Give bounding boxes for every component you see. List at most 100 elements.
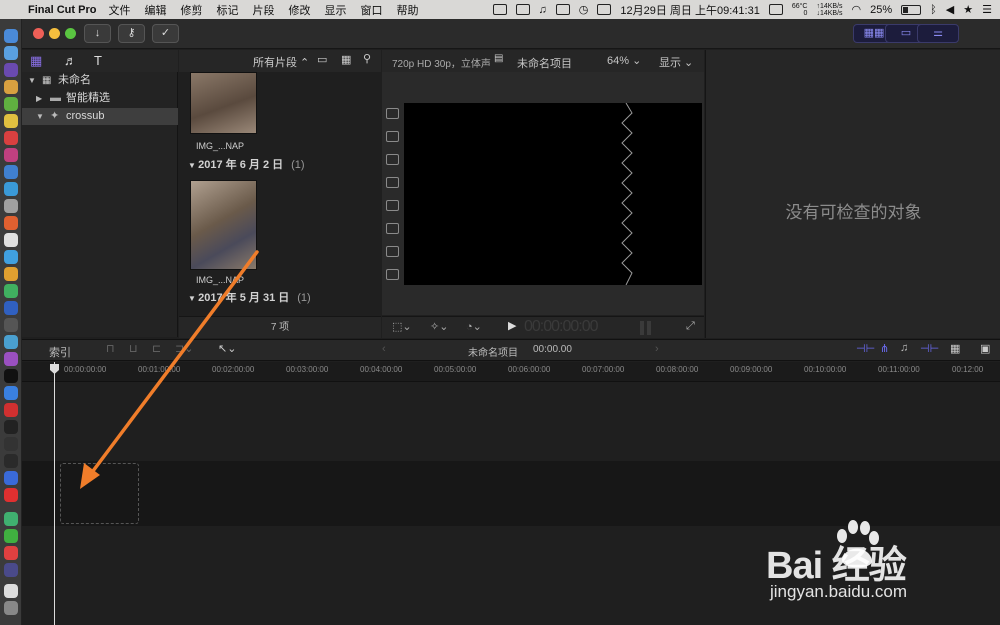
star-icon[interactable]: ★ xyxy=(963,3,973,16)
battery-percent[interactable]: 25% xyxy=(870,4,892,16)
clock-datetime[interactable]: 12月29日 周日 上午09:41:31 xyxy=(620,2,759,18)
app-icon[interactable] xyxy=(4,250,18,264)
clip-thumbnail[interactable] xyxy=(190,72,257,134)
app-icon[interactable] xyxy=(4,335,18,349)
photos-audio-icon[interactable]: ♬ xyxy=(64,53,77,68)
app-icon[interactable] xyxy=(4,80,18,94)
minimize-window-button[interactable] xyxy=(49,28,60,39)
back-arrow-icon[interactable]: ‹ xyxy=(382,343,386,355)
retime-speed-icon[interactable]: ◔⌄ xyxy=(466,320,482,333)
app-icon[interactable] xyxy=(4,284,18,298)
calendar-app-icon[interactable] xyxy=(4,216,18,230)
yandex-icon[interactable] xyxy=(4,488,18,502)
clip-skimming-icon[interactable]: ⊣⊢ xyxy=(856,342,875,355)
trash-icon[interactable] xyxy=(4,601,18,615)
date-group-header[interactable]: ▼ 2017 年 5 月 31 日 (1) xyxy=(188,289,311,305)
wechat-icon[interactable] xyxy=(4,529,18,543)
menu-clip[interactable]: 片段 xyxy=(252,2,274,18)
clip-filter-dropdown[interactable]: 所有片段 ⌃ xyxy=(253,54,309,70)
timeline-connected-area[interactable] xyxy=(22,383,1000,461)
document-icon[interactable] xyxy=(4,584,18,598)
app-icon[interactable] xyxy=(4,148,18,162)
photos-icon[interactable] xyxy=(4,267,18,281)
titles-generators-icon[interactable]: T xyxy=(94,53,102,68)
list-menu-icon[interactable]: ☰ xyxy=(982,3,992,16)
viewer-canvas[interactable] xyxy=(404,102,702,286)
show-inspector-button[interactable]: ⚌ xyxy=(917,24,959,43)
bluetooth-icon[interactable]: ᛒ xyxy=(930,4,937,16)
app-icon[interactable] xyxy=(4,512,18,526)
android-icon[interactable] xyxy=(4,97,18,111)
timeline-ruler[interactable]: 00:00:00:00 00:01:00:00 00:02:00:00 00:0… xyxy=(22,362,1000,382)
fullscreen-icon[interactable]: ⤢ xyxy=(686,320,695,333)
import-media-button[interactable]: ↓ xyxy=(84,24,111,43)
menu-window[interactable]: 窗口 xyxy=(360,2,382,18)
finder-icon[interactable] xyxy=(4,29,18,43)
menu-edit[interactable]: 编辑 xyxy=(144,2,166,18)
library-item[interactable]: ▼ ▦ 未命名 xyxy=(22,72,178,89)
overwrite-clip-icon[interactable]: ⊐⌄ xyxy=(175,342,193,355)
insert-clip-icon[interactable]: ⊔ xyxy=(129,342,138,355)
launchpad-icon[interactable] xyxy=(4,63,18,77)
grid-status-icon[interactable] xyxy=(515,4,530,15)
close-window-button[interactable] xyxy=(33,28,44,39)
app-icon[interactable] xyxy=(4,182,18,196)
date-group-header[interactable]: ▼ 2017 年 6 月 2 日 (1) xyxy=(188,156,305,172)
app-icon[interactable] xyxy=(4,131,18,145)
search-icon[interactable]: ⚲ xyxy=(363,52,371,65)
podcasts-icon[interactable] xyxy=(4,352,18,366)
transform-crop-icon[interactable]: ⬚⌄ xyxy=(392,320,412,333)
zoom-window-button[interactable] xyxy=(65,28,76,39)
music-note-icon[interactable]: ♫ xyxy=(539,4,547,16)
forward-arrow-icon[interactable]: › xyxy=(655,343,659,355)
enhancements-icon[interactable]: ✧⌄ xyxy=(430,320,448,333)
app-icon[interactable] xyxy=(4,318,18,332)
clip-appearance-icon[interactable]: ▭ xyxy=(317,53,327,66)
background-tasks-button[interactable]: ✓ xyxy=(152,24,179,43)
event-item-crossub[interactable]: ▼ ✦ crossub xyxy=(22,108,178,125)
app-icon[interactable] xyxy=(4,454,18,468)
clock-icon[interactable]: ◷ xyxy=(579,3,589,16)
disclosure-triangle-icon[interactable]: ▼ xyxy=(36,108,44,125)
timeline-index-button[interactable]: 索引 xyxy=(49,344,71,360)
snapping-icon[interactable]: ⊣⊢ xyxy=(920,342,939,355)
notes-icon[interactable] xyxy=(768,4,783,15)
clip-thumbnail[interactable] xyxy=(190,180,257,270)
terminal-icon[interactable] xyxy=(4,420,18,434)
app-status-icon[interactable] xyxy=(492,4,507,15)
app-icon[interactable] xyxy=(4,199,18,213)
append-clip-icon[interactable]: ⊏ xyxy=(152,342,161,355)
audio-skimming-icon[interactable]: ⋔ xyxy=(880,342,889,355)
menu-mark[interactable]: 标记 xyxy=(216,2,238,18)
smart-collections-folder[interactable]: ▶ ▬ 智能精选 xyxy=(22,90,178,107)
wifi-icon[interactable]: ◠ xyxy=(852,3,862,16)
solo-headphones-icon[interactable]: ♫ xyxy=(900,342,908,354)
battery-icon[interactable] xyxy=(901,4,922,15)
filmstrip-icon[interactable]: ▦ xyxy=(341,53,351,66)
disclosure-triangle-icon[interactable]: ▶ xyxy=(36,90,42,107)
clip-appearance-icon[interactable]: ▦ xyxy=(950,342,960,355)
connect-clip-icon[interactable]: ⊓ xyxy=(106,342,115,355)
disclosure-triangle-icon[interactable]: ▼ xyxy=(28,72,36,89)
netease-music-icon[interactable] xyxy=(4,546,18,560)
menu-file[interactable]: 文件 xyxy=(108,2,130,18)
apple-tv-icon[interactable] xyxy=(4,369,18,383)
menu-view[interactable]: 显示 xyxy=(324,2,346,18)
storyline-drop-zone[interactable] xyxy=(60,463,139,524)
app-icon[interactable] xyxy=(4,403,18,417)
chrome-icon[interactable] xyxy=(4,114,18,128)
menu-modify[interactable]: 修改 xyxy=(288,2,310,18)
app-icon[interactable] xyxy=(4,301,18,315)
zoom-dropdown[interactable]: 64% ⌄ xyxy=(607,54,641,67)
volume-icon[interactable]: ◀ xyxy=(946,3,954,16)
app-store-icon[interactable] xyxy=(4,386,18,400)
select-tool-icon[interactable]: ↖⌄ xyxy=(218,342,236,355)
menu-help[interactable]: 帮助 xyxy=(396,2,418,18)
playhead[interactable] xyxy=(54,362,55,625)
safari-icon[interactable] xyxy=(4,46,18,60)
display-icon[interactable] xyxy=(555,4,570,15)
effects-browser-icon[interactable]: ▣ xyxy=(980,342,990,355)
play-button-icon[interactable]: ▶ xyxy=(508,319,516,332)
activity-monitor-icon[interactable] xyxy=(4,437,18,451)
app-menu[interactable]: Final Cut Pro xyxy=(28,4,96,16)
